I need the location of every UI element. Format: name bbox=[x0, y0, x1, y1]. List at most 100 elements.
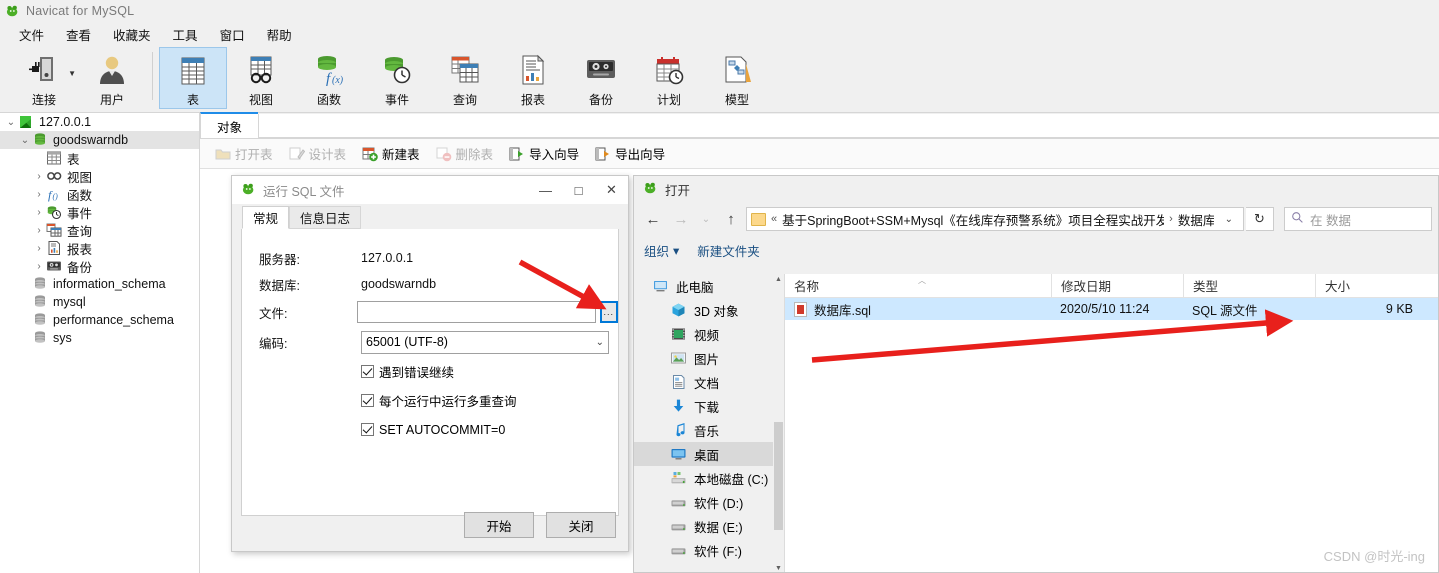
breadcrumb-dropdown-icon[interactable]: ⌄ bbox=[1219, 214, 1239, 225]
toolbar-button-backup[interactable]: 备份 bbox=[567, 47, 635, 109]
place-item-drive[interactable]: 软件 (F:) bbox=[634, 538, 784, 562]
place-item-documents[interactable]: 文档 bbox=[634, 370, 784, 394]
search-box[interactable]: 在 数据 bbox=[1284, 207, 1432, 231]
menu-file[interactable]: 文件 bbox=[8, 22, 55, 47]
refresh-icon[interactable]: ↻ bbox=[1246, 207, 1274, 231]
action-delete-table[interactable]: 删除表 bbox=[429, 142, 501, 165]
toolbar-button-schedule[interactable]: 计划 bbox=[635, 47, 703, 109]
chevron-right-icon[interactable]: › bbox=[32, 261, 46, 272]
menu-favorites[interactable]: 收藏夹 bbox=[102, 22, 162, 47]
tree-item-node-8[interactable]: › 备份 bbox=[0, 257, 199, 275]
tree-item-node-4[interactable]: › f() 函数 bbox=[0, 185, 199, 203]
action-export-wizard[interactable]: 导出向导 bbox=[588, 142, 672, 165]
place-item-3d-objects[interactable]: 3D 对象 bbox=[634, 298, 784, 322]
chevron-right-icon[interactable]: › bbox=[32, 171, 46, 182]
history-dropdown-icon[interactable]: ⌄ bbox=[696, 206, 716, 232]
file-list-pane[interactable]: ︿ 名称 修改日期 类型 大小 数据库.sql 2020/5/10 11:24 SQ… bbox=[784, 273, 1438, 572]
tree-item-performance_schema[interactable]: performance_schema bbox=[0, 311, 199, 329]
tree-item-sys[interactable]: sys bbox=[0, 329, 199, 347]
tab-objects[interactable]: 对象 bbox=[200, 112, 259, 138]
scrollbar-thumb[interactable] bbox=[774, 422, 783, 530]
checkbox-continue-on-error[interactable] bbox=[361, 365, 374, 378]
chevron-right-icon[interactable]: › bbox=[32, 225, 46, 236]
scroll-down-icon[interactable]: ▼ bbox=[773, 563, 784, 572]
encoding-select[interactable]: 65001 (UTF-8) ⌄ bbox=[361, 330, 609, 354]
column-header-name[interactable]: ︿ 名称 bbox=[785, 274, 1051, 298]
close-icon[interactable]: ✕ bbox=[595, 176, 628, 204]
place-item-downloads[interactable]: 下载 bbox=[634, 394, 784, 418]
action-import-wizard[interactable]: 导入向导 bbox=[502, 142, 586, 165]
action-open-table[interactable]: 打开表 bbox=[208, 142, 280, 165]
column-header-type[interactable]: 类型 bbox=[1183, 273, 1315, 298]
toolbar-button-event[interactable]: 事件 bbox=[363, 47, 431, 109]
chevron-down-icon[interactable]: ⌄ bbox=[4, 117, 18, 128]
browse-file-button[interactable]: ... bbox=[599, 301, 618, 323]
toolbar-button-user[interactable]: 用户 bbox=[78, 47, 146, 109]
connection-dropdown-caret-icon[interactable]: ▼ bbox=[68, 69, 76, 78]
breadcrumb[interactable]: « 基于SpringBoot+SSM+Mysql《在线库存预警系统》项目全程实战… bbox=[746, 207, 1244, 231]
chevron-right-icon[interactable]: › bbox=[32, 189, 46, 200]
breadcrumb-part-1[interactable]: 基于SpringBoot+SSM+Mysql《在线库存预警系统》项目全程实战开发… bbox=[782, 210, 1164, 229]
place-item-videos[interactable]: 视频 bbox=[634, 322, 784, 346]
toolbar-button-function[interactable]: f (x) 函数 bbox=[295, 47, 363, 109]
tree-item-goodswarndb[interactable]: ⌄ goodswarndb bbox=[0, 131, 199, 149]
chevron-down-icon[interactable]: ⌄ bbox=[18, 135, 32, 146]
back-icon[interactable]: ← bbox=[640, 206, 666, 232]
breadcrumb-overflow[interactable]: « bbox=[771, 213, 777, 225]
close-button[interactable]: 关闭 bbox=[546, 512, 616, 538]
menu-tools[interactable]: 工具 bbox=[162, 22, 209, 47]
place-item-this-pc[interactable]: 此电脑 bbox=[634, 274, 784, 298]
tree-item-node-5[interactable]: › 事件 bbox=[0, 203, 199, 221]
tab-general[interactable]: 常规 bbox=[242, 206, 290, 229]
chevron-right-icon[interactable]: › bbox=[32, 243, 46, 254]
place-item-pictures[interactable]: 图片 bbox=[634, 346, 784, 370]
minimize-icon[interactable]: — bbox=[529, 176, 562, 204]
place-item-drive[interactable]: 软件 (D:) bbox=[634, 490, 784, 514]
checkbox-continue-on-error-row[interactable]: 遇到错误继续 bbox=[242, 359, 618, 384]
tree-item-information_schema[interactable]: information_schema bbox=[0, 275, 199, 293]
tab-message-log[interactable]: 信息日志 bbox=[289, 206, 362, 229]
tree-item-node-7[interactable]: › 报表 bbox=[0, 239, 199, 257]
chevron-right-icon[interactable]: › bbox=[32, 207, 46, 218]
tree-item-node-6[interactable]: › 查询 bbox=[0, 221, 199, 239]
toolbar-button-query[interactable]: 查询 bbox=[431, 47, 499, 109]
menu-view[interactable]: 查看 bbox=[55, 22, 102, 47]
sql-file-icon bbox=[794, 301, 807, 317]
action-design-table[interactable]: 设计表 bbox=[282, 142, 354, 165]
toolbar-button-connection[interactable]: ▼ 连接 bbox=[10, 47, 78, 109]
checkbox-autocommit-row[interactable]: SET AUTOCOMMIT=0 bbox=[242, 417, 618, 442]
place-item-music[interactable]: 音乐 bbox=[634, 418, 784, 442]
menu-window[interactable]: 窗口 bbox=[209, 22, 256, 47]
forward-icon[interactable]: → bbox=[668, 206, 694, 232]
up-icon[interactable]: ↑ bbox=[718, 206, 744, 232]
column-header-size[interactable]: 大小 bbox=[1315, 273, 1425, 298]
toolbar-button-view[interactable]: 视图 bbox=[227, 47, 295, 109]
menu-help[interactable]: 帮助 bbox=[256, 22, 303, 47]
tree-item-node-3[interactable]: › 视图 bbox=[0, 167, 199, 185]
file-input[interactable] bbox=[356, 301, 596, 323]
scroll-up-icon[interactable]: ▲ bbox=[773, 274, 784, 285]
checkbox-multi-query[interactable] bbox=[361, 394, 374, 407]
toolbar-button-model[interactable]: 模型 bbox=[703, 47, 771, 109]
start-button[interactable]: 开始 bbox=[464, 512, 534, 538]
checkbox-set-autocommit[interactable] bbox=[361, 423, 374, 436]
place-item-local-disk[interactable]: 本地磁盘 (C:) bbox=[634, 466, 784, 490]
places-scrollbar[interactable]: ▲ ▼ bbox=[773, 274, 784, 572]
database-tree-sidebar[interactable]: ⌄ 127.0.0.1 ⌄ goodswarndb 表 › 视图 › f() 函数 › 事件 › 查询 › 报… bbox=[0, 113, 200, 573]
maximize-icon[interactable]: □ bbox=[562, 176, 595, 204]
action-new-table[interactable]: 新建表 bbox=[355, 142, 427, 165]
toolbar-button-report[interactable]: 报表 bbox=[499, 47, 567, 109]
places-tree[interactable]: 此电脑 3D 对象 视频 图片 文档 下载 音乐 桌面 本地磁盘 (C:) 软件 (D:) 数据 (… bbox=[634, 274, 784, 572]
tree-item-mysql[interactable]: mysql bbox=[0, 293, 199, 311]
place-item-desktop[interactable]: 桌面 bbox=[634, 442, 784, 466]
breadcrumb-part-2[interactable]: 数据库 bbox=[1178, 210, 1214, 229]
column-header-modified[interactable]: 修改日期 bbox=[1051, 273, 1183, 298]
file-row[interactable]: 数据库.sql 2020/5/10 11:24 SQL 源文件 9 KB bbox=[785, 298, 1438, 320]
checkbox-multi-query-row[interactable]: 每个运行中运行多重查询 bbox=[242, 388, 618, 413]
new-folder-button[interactable]: 新建文件夹 bbox=[697, 241, 760, 260]
tree-item-node-2[interactable]: 表 bbox=[0, 149, 199, 167]
toolbar-button-table[interactable]: 表 bbox=[159, 47, 227, 109]
organize-button[interactable]: 组织 ▾ bbox=[644, 241, 679, 260]
place-item-drive[interactable]: 数据 (E:) bbox=[634, 514, 784, 538]
tree-item-127001[interactable]: ⌄ 127.0.0.1 bbox=[0, 113, 199, 131]
